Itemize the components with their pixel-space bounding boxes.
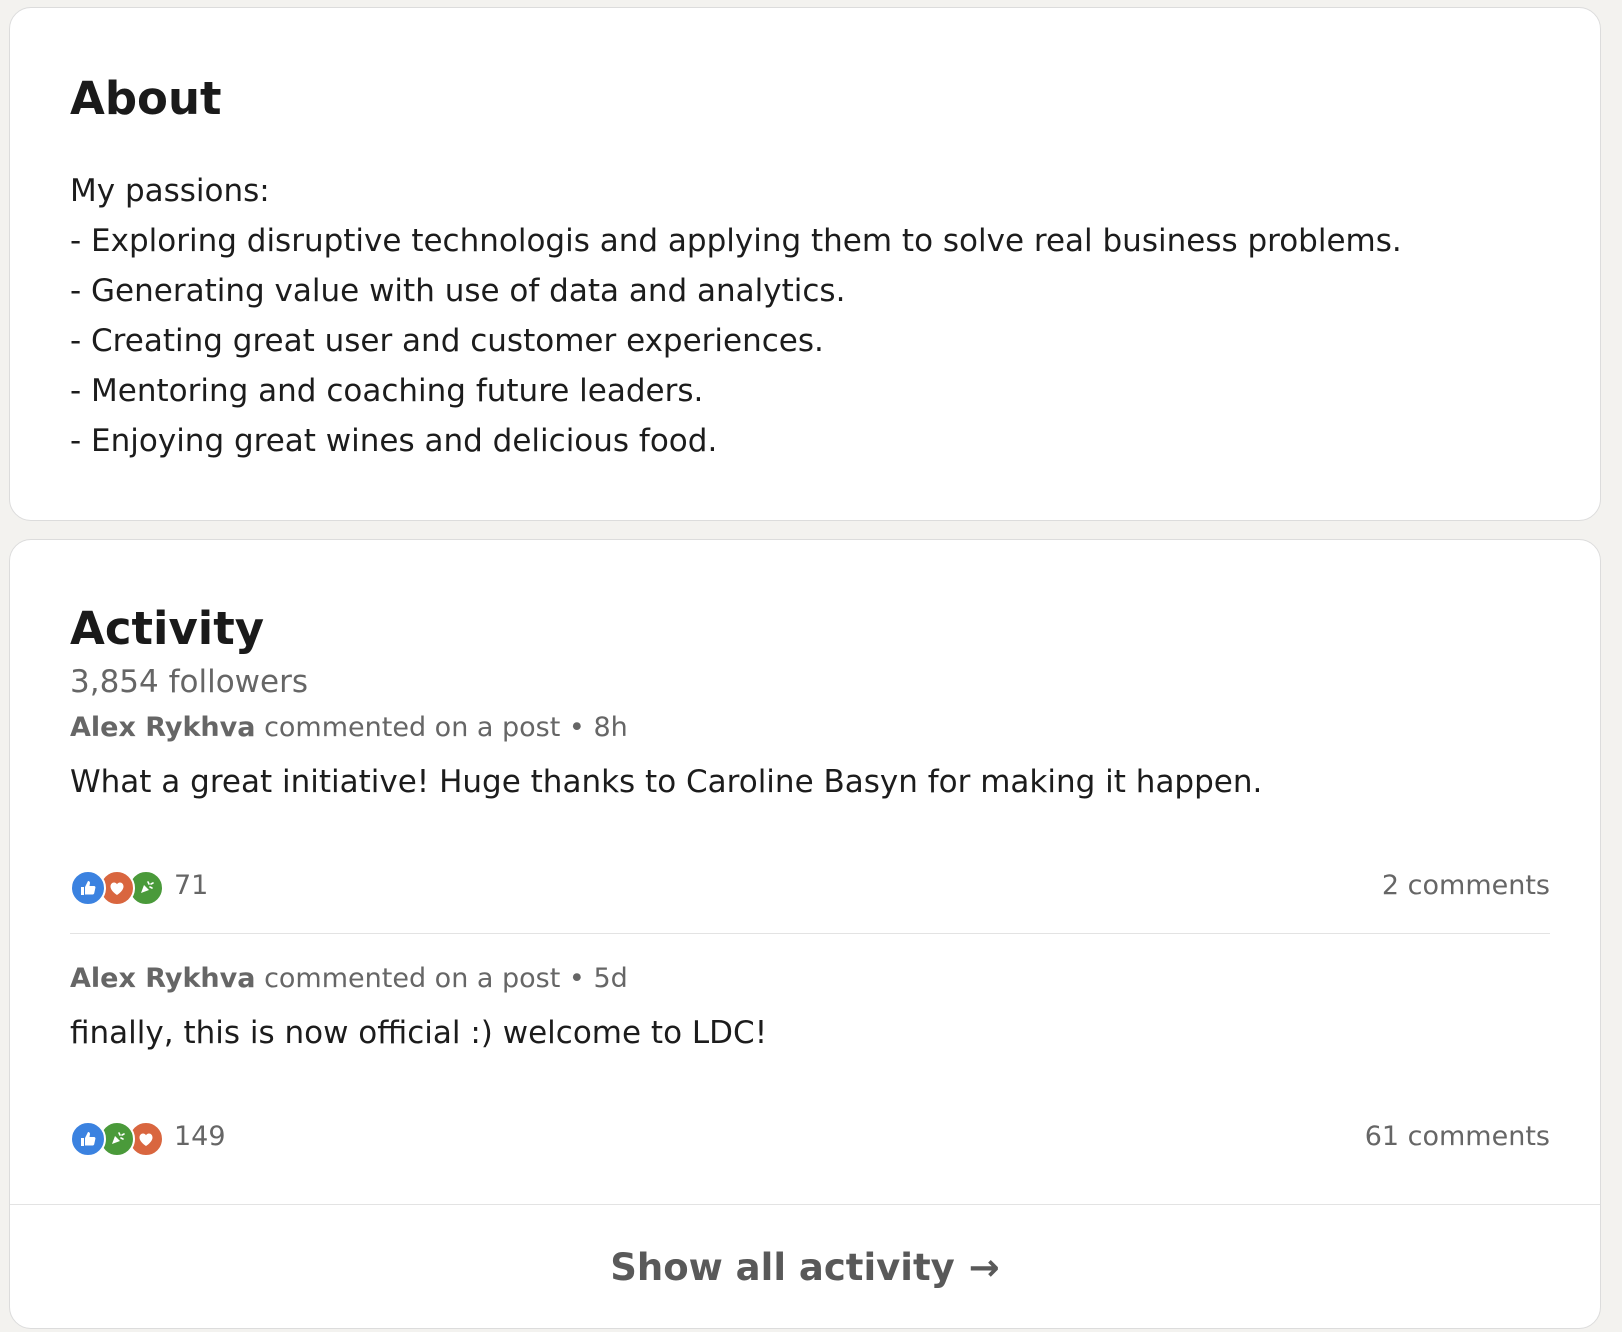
activity-comment-text[interactable]: What a great initiative! Huge thanks to … bbox=[70, 764, 1262, 800]
about-body: My passions: - Exploring disruptive tech… bbox=[70, 166, 1530, 466]
activity-action: commented on a post bbox=[264, 712, 561, 743]
about-line: - Enjoying great wines and delicious foo… bbox=[70, 423, 718, 459]
like-icon bbox=[70, 870, 106, 906]
arrow-right-icon: → bbox=[968, 1246, 1000, 1289]
activity-comment-text[interactable]: finally, this is now official :) welcome… bbox=[70, 1015, 767, 1051]
about-line: - Mentoring and coaching future leaders. bbox=[70, 373, 704, 409]
activity-title: Activity bbox=[70, 602, 265, 655]
activity-divider bbox=[70, 933, 1550, 934]
activity-actor[interactable]: Alex Rykhva bbox=[70, 963, 255, 994]
about-line: My passions: bbox=[70, 173, 270, 209]
reaction-count[interactable]: 149 bbox=[174, 1121, 226, 1152]
meta-separator: • bbox=[568, 712, 585, 743]
about-title: About bbox=[70, 72, 222, 125]
reaction-count[interactable]: 71 bbox=[174, 870, 208, 901]
about-line: - Creating great user and customer exper… bbox=[70, 323, 824, 359]
about-card: About My passions: - Exploring disruptiv… bbox=[9, 7, 1601, 521]
activity-meta: Alex Rykhva commented on a post • 5d bbox=[70, 963, 628, 994]
like-icon bbox=[70, 1121, 106, 1157]
activity-action: commented on a post bbox=[264, 963, 561, 994]
about-line: - Exploring disruptive technologis and a… bbox=[70, 223, 1402, 259]
meta-separator: • bbox=[568, 963, 585, 994]
reactions-row: 149 61 comments bbox=[70, 1119, 1550, 1159]
about-line: - Generating value with use of data and … bbox=[70, 273, 846, 309]
activity-meta: Alex Rykhva commented on a post • 8h bbox=[70, 712, 628, 743]
show-all-activity-button[interactable]: Show all activity → bbox=[10, 1205, 1600, 1328]
activity-time: 8h bbox=[593, 712, 628, 743]
show-all-label: Show all activity bbox=[610, 1246, 955, 1289]
comments-count-link[interactable]: 2 comments bbox=[1382, 870, 1550, 901]
activity-actor[interactable]: Alex Rykhva bbox=[70, 712, 255, 743]
followers-count[interactable]: 3,854 followers bbox=[70, 664, 308, 700]
activity-card: Activity 3,854 followers Alex Rykhva com… bbox=[9, 539, 1601, 1329]
reactions-row: 71 2 comments bbox=[70, 868, 1550, 908]
comments-count-link[interactable]: 61 comments bbox=[1365, 1121, 1550, 1152]
activity-time: 5d bbox=[593, 963, 628, 994]
